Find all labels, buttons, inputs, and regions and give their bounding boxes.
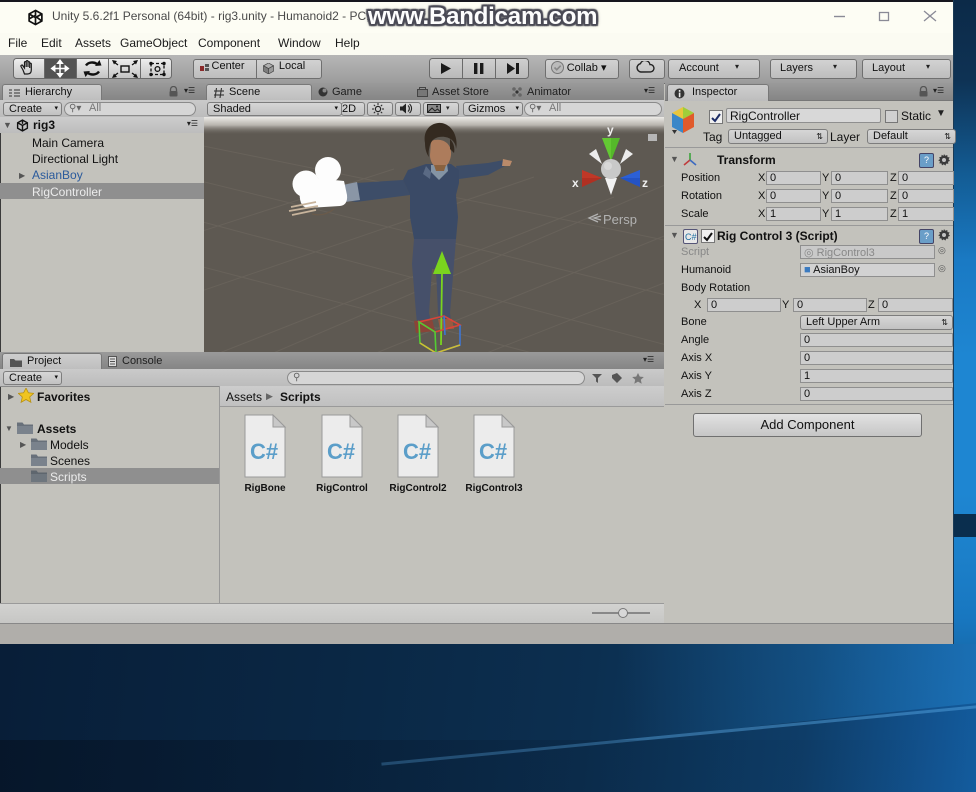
svg-text:y: y: [607, 123, 614, 137]
svg-text:z: z: [642, 176, 648, 190]
svg-text:x: x: [572, 176, 579, 190]
svg-text:Persp: Persp: [603, 212, 637, 227]
svg-text:C#: C#: [685, 232, 697, 242]
